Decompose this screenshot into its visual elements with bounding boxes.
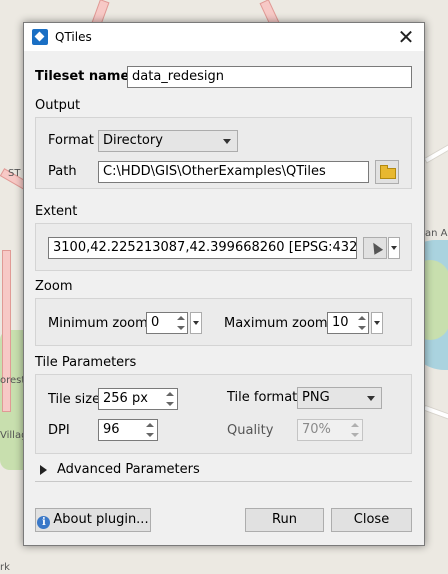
advanced-parameters-label: Advanced Parameters: [57, 462, 200, 477]
output-group: Format Directory Path C:\HDD\GIS\OtherEx…: [35, 117, 412, 189]
tile-format-label: Tile format: [227, 390, 298, 405]
output-path-input[interactable]: C:\HDD\GIS\OtherExamples\QTiles: [98, 161, 369, 183]
close-button[interactable]: Close: [331, 508, 412, 532]
qtiles-dialog: QTiles ✕ Tileset name data_redesign Outp…: [23, 22, 425, 546]
advanced-parameters-toggle[interactable]: Advanced Parameters: [35, 460, 412, 480]
max-zoom-dropdown[interactable]: [371, 312, 383, 334]
max-zoom-stepper[interactable]: [356, 313, 368, 333]
tile-params-group: Tile size 256 px Tile format PNG DPI 96 …: [35, 374, 412, 454]
map-label: rk: [0, 562, 10, 573]
qtiles-app-icon: [32, 29, 48, 45]
run-button[interactable]: Run: [245, 508, 324, 532]
extent-options-dropdown[interactable]: [388, 237, 400, 259]
tile-size-label: Tile size: [48, 392, 101, 407]
max-zoom-label: Maximum zoom: [224, 316, 328, 331]
map-canvas-extent-button[interactable]: [363, 237, 387, 259]
tile-params-section-label: Tile Parameters: [35, 355, 137, 370]
window-title: QTiles: [55, 30, 92, 44]
quality-stepper[interactable]: [349, 420, 361, 440]
about-plugin-button[interactable]: i About plugin...: [35, 508, 151, 532]
map-label: an A: [425, 228, 448, 239]
map-road: [422, 404, 448, 422]
max-zoom-spinbox[interactable]: 10: [327, 312, 383, 334]
cursor-icon: [368, 240, 384, 255]
map-road: [2, 250, 11, 412]
path-label: Path: [48, 164, 77, 179]
output-section-label: Output: [35, 98, 81, 113]
folder-icon: [380, 165, 396, 179]
extent-section-label: Extent: [35, 204, 78, 219]
extent-input[interactable]: 3100,42.225213087,42.399668260 [EPSG:432…: [48, 237, 357, 259]
chevron-down-icon: [223, 139, 231, 144]
zoom-group: Minimum zoom 0 Maximum zoom 10: [35, 298, 412, 346]
map-label: orest: [0, 375, 26, 386]
about-plugin-label: About plugin...: [53, 512, 149, 527]
chevron-down-icon: [367, 396, 375, 401]
min-zoom-dropdown[interactable]: [190, 312, 202, 334]
tile-format-value: PNG: [302, 390, 330, 405]
dpi-spinbox[interactable]: 96: [98, 419, 158, 441]
output-format-select[interactable]: Directory: [98, 130, 238, 152]
dpi-stepper[interactable]: [144, 420, 156, 440]
extent-group: 3100,42.225213087,42.399668260 [EPSG:432…: [35, 223, 412, 271]
tile-size-stepper[interactable]: [164, 389, 176, 409]
quality-spinbox[interactable]: 70%: [297, 419, 363, 441]
output-format-value: Directory: [103, 133, 163, 148]
expand-arrow-icon: [40, 465, 47, 475]
format-label: Format: [48, 133, 94, 148]
dpi-label: DPI: [48, 423, 70, 438]
zoom-section-label: Zoom: [35, 279, 73, 294]
tileset-name-input[interactable]: data_redesign: [127, 66, 412, 88]
tile-size-spinbox[interactable]: 256 px: [98, 388, 178, 410]
map-road: [423, 142, 448, 164]
close-window-icon[interactable]: ✕: [394, 25, 418, 49]
quality-label: Quality: [227, 423, 274, 438]
map-label: ST: [8, 168, 21, 179]
min-zoom-spinbox[interactable]: 0: [146, 312, 202, 334]
advanced-divider: [35, 481, 412, 482]
min-zoom-label: Minimum zoom: [48, 316, 148, 331]
min-zoom-stepper[interactable]: [175, 313, 187, 333]
tile-format-select[interactable]: PNG: [297, 387, 382, 409]
browse-folder-button[interactable]: [375, 160, 399, 184]
tileset-name-label: Tileset name: [35, 69, 130, 84]
info-icon: i: [37, 516, 51, 529]
title-bar[interactable]: QTiles ✕: [24, 23, 424, 51]
